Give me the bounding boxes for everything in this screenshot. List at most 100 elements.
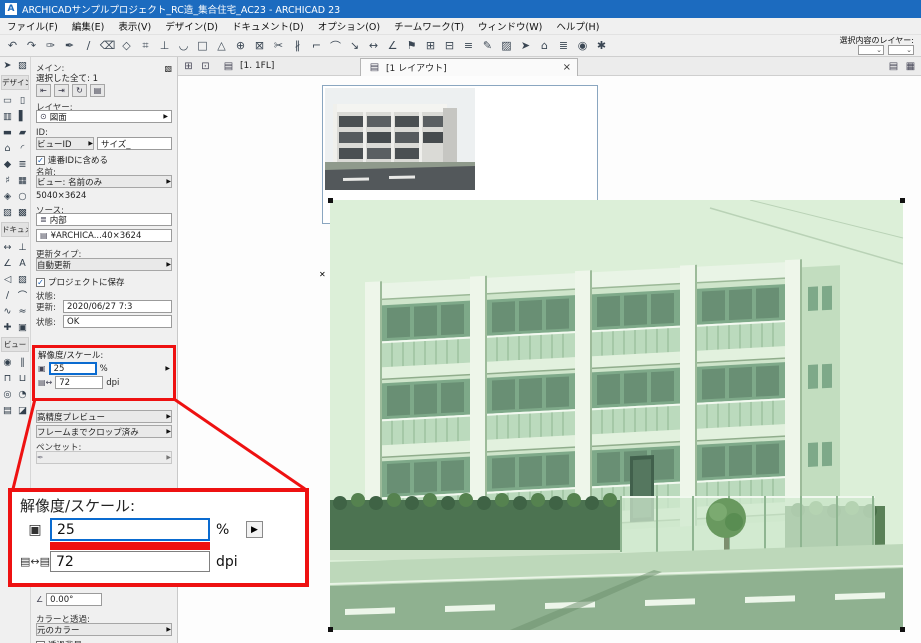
shell-tool-icon[interactable]: ◜ (15, 140, 30, 156)
worksheet-tool-icon[interactable]: ▤ (0, 402, 15, 418)
arc-guide-icon[interactable]: ◡ (175, 37, 192, 55)
marquee-icon[interactable]: ▧ (15, 57, 30, 73)
level-dimension-tool-icon[interactable]: ⊥ (15, 239, 30, 255)
id-input[interactable]: サイズ_ (97, 137, 172, 150)
rendered-view-image[interactable]: ✕ (319, 198, 905, 632)
beam-tool-icon[interactable]: ▬ (0, 124, 15, 140)
fillet-icon[interactable]: ⌒ (327, 37, 344, 55)
pen-set-icon[interactable]: ✎ (479, 37, 496, 55)
morph-tool-icon[interactable]: ◆ (0, 156, 15, 172)
source-path-field[interactable]: ▤ ¥ARCHICA...40×3624 (36, 229, 172, 242)
menu-view[interactable]: 表示(V) (111, 17, 158, 35)
guide-line-icon[interactable]: ∕ (80, 37, 97, 55)
angle-input[interactable]: 0.00° (46, 593, 103, 606)
tab-overview-icon[interactable]: ▤ (886, 59, 901, 74)
fill-display-icon[interactable]: ▨ (498, 37, 515, 55)
inject-parameters-icon[interactable]: ✒ (61, 37, 78, 55)
wall-tool-icon[interactable]: ▭ (0, 92, 15, 108)
ungroup-icon[interactable]: ⊟ (441, 37, 458, 55)
eraser-icon[interactable]: ⌫ (99, 37, 116, 55)
layer-combo-2[interactable]: ⌄ (888, 45, 914, 55)
resolution-flyout-button[interactable]: ▶ (246, 521, 263, 538)
camera-tool-icon[interactable]: ◎ (0, 386, 15, 402)
options-icon[interactable]: ✱ (593, 37, 610, 55)
include-in-serial-id-checkbox[interactable]: ✓ 連番IDに含める (36, 154, 172, 166)
menu-help[interactable]: ヘルプ(H) (549, 17, 606, 35)
drawing-thumbnail[interactable] (325, 88, 475, 190)
settings-dialog-button[interactable]: ▤ (90, 84, 105, 97)
zoom-tool-icon[interactable]: ◉ (0, 354, 15, 370)
zone-tool-icon[interactable]: ▧ (0, 204, 15, 220)
transparent-background-checkbox[interactable]: 透過背景 (36, 639, 172, 643)
stair-tool-icon[interactable]: ≣ (15, 156, 30, 172)
selection-handle-bottom-right[interactable] (900, 627, 905, 632)
name-combo[interactable]: ビュー: 名前のみ ▶ (36, 175, 172, 188)
object-tool-icon[interactable]: ◈ (0, 188, 15, 204)
toolbox-document-label[interactable]: ドキュメント (1, 222, 29, 237)
window-tool-icon[interactable]: ▥ (0, 108, 15, 124)
railing-tool-icon[interactable]: ♯ (0, 172, 15, 188)
renovation-icon[interactable]: ⌂ (536, 37, 553, 55)
polygon-method-icon[interactable]: △ (213, 37, 230, 55)
tab-close-icon[interactable]: × (563, 62, 571, 73)
menu-document[interactable]: ドキュメント(D) (225, 17, 311, 35)
tab-layout[interactable]: ▤ [1 レイアウト] × (360, 58, 578, 76)
text-tool-icon[interactable]: A (15, 255, 30, 271)
fill-tool-icon[interactable]: ▨ (15, 271, 30, 287)
spline-tool-icon[interactable]: ≈ (15, 303, 30, 319)
redo-icon[interactable]: ↷ (23, 37, 40, 55)
elevation-tool-icon[interactable]: ⊓ (0, 370, 15, 386)
menu-design[interactable]: デザイン(D) (158, 17, 225, 35)
pick-up-parameters-icon[interactable]: ✑ (42, 37, 59, 55)
refresh-button[interactable]: ↻ (72, 84, 87, 97)
group-icon[interactable]: ⊞ (422, 37, 439, 55)
stretch-icon[interactable]: ↔ (365, 37, 382, 55)
dpi-input[interactable] (50, 551, 210, 572)
menu-edit[interactable]: 編集(E) (65, 17, 111, 35)
toolbox-design-label[interactable]: デザイン (1, 75, 29, 90)
detail-tool-icon[interactable]: ◔ (15, 386, 30, 402)
pop-up-navigator-icon[interactable]: ⊡ (198, 59, 213, 74)
menu-teamwork[interactable]: チームワーク(T) (387, 17, 471, 35)
curtain-wall-tool-icon[interactable]: ▦ (15, 172, 30, 188)
arrow-tool-icon[interactable]: ➤ (517, 37, 534, 55)
dimension-tool-icon[interactable]: ↔ (0, 239, 15, 255)
resolution-input[interactable] (50, 518, 210, 541)
roof-tool-icon[interactable]: ⌂ (0, 140, 15, 156)
update-type-combo[interactable]: 自動更新 ▶ (36, 258, 172, 271)
layer-field[interactable]: ⊙ 図面 ▶ (36, 110, 172, 123)
select-previous-button[interactable]: ⇤ (36, 84, 51, 97)
display-order-icon[interactable]: ≡ (460, 37, 477, 55)
drawing-anchor-marker[interactable]: ✕ (319, 270, 326, 279)
flag-icon[interactable]: ⚑ (403, 37, 420, 55)
layer-combo-1[interactable]: ⌄ (858, 45, 884, 55)
select-arrow-icon[interactable]: ➤ (0, 57, 15, 73)
column-tool-icon[interactable]: ▌ (15, 108, 30, 124)
selection-handle-bottom-left[interactable] (328, 627, 333, 632)
menu-window[interactable]: ウィンドウ(W) (471, 17, 549, 35)
quick-options-icon[interactable]: ⊞ (181, 59, 196, 74)
layer-settings-icon[interactable]: ≣ (555, 37, 572, 55)
source-field[interactable]: ≣ 内部 (36, 213, 172, 226)
original-color-combo[interactable]: 元のカラー ▶ (36, 623, 172, 636)
interior-elevation-tool-icon[interactable]: ⊔ (15, 370, 30, 386)
slab-tool-icon[interactable]: ▰ (15, 124, 30, 140)
split-icon[interactable]: ∦ (289, 37, 306, 55)
dpi-input[interactable]: 72 (55, 376, 104, 389)
gravity-icon[interactable]: ⊥ (156, 37, 173, 55)
link-icon[interactable]: ⊕ (232, 37, 249, 55)
resolution-arrow-icon[interactable]: ▶ (165, 365, 170, 372)
angle-dimension-tool-icon[interactable]: ∠ (0, 255, 15, 271)
hotspot-tool-icon[interactable]: ✚ (0, 319, 15, 335)
arc-tool-icon[interactable]: ⌒ (15, 287, 30, 303)
line-tool-icon[interactable]: ∕ (0, 287, 15, 303)
selection-handle-top-left[interactable] (328, 198, 333, 203)
scissors-icon[interactable]: ✂ (270, 37, 287, 55)
menu-options[interactable]: オプション(O) (311, 17, 387, 35)
crop-to-frame-button[interactable]: フレームまでクロップ済み ▶ (36, 425, 172, 438)
resize-icon[interactable]: ↘ (346, 37, 363, 55)
lamp-tool-icon[interactable]: ○ (15, 188, 30, 204)
door-tool-icon[interactable]: ▯ (15, 92, 30, 108)
polyline-tool-icon[interactable]: ∿ (0, 303, 15, 319)
store-in-project-checkbox[interactable]: ✓ プロジェクトに保存 (36, 276, 172, 288)
